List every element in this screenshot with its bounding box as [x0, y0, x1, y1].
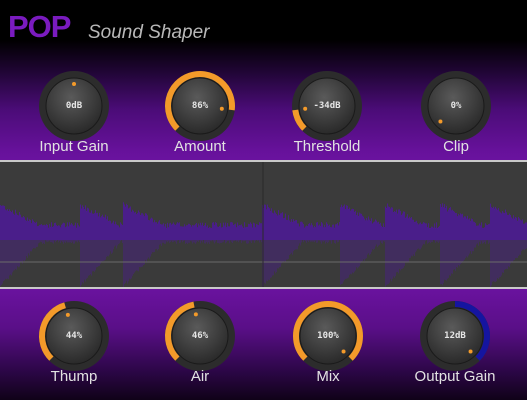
output-gain-knob[interactable]: 12dB: [418, 299, 492, 373]
output-gain-label: Output Gain: [414, 368, 496, 385]
input-gain-value: 0dB: [65, 101, 83, 111]
thump-value: 44%: [65, 331, 83, 341]
input-gain-knob[interactable]: 0dB: [37, 69, 111, 143]
brand-logo: POP: [8, 9, 71, 44]
air-label: Air: [190, 368, 210, 385]
waveform-graph: [0, 162, 527, 288]
mix-value: 100%: [317, 331, 339, 341]
lower-divider: [0, 287, 527, 289]
thump-label: Thump: [50, 368, 98, 385]
mix-knob[interactable]: 100%: [291, 299, 365, 373]
threshold-value: -34dB: [313, 101, 341, 111]
mix-label: Mix: [316, 368, 340, 385]
threshold-knob[interactable]: -34dB: [290, 69, 364, 143]
amount-label: Amount: [174, 138, 226, 155]
clip-value: 0%: [450, 101, 462, 111]
threshold-label: Threshold: [293, 138, 361, 155]
waveform-display: [0, 162, 527, 288]
product-title: Sound Shaper: [88, 22, 210, 43]
air-knob[interactable]: 46%: [163, 299, 237, 373]
amount-knob[interactable]: 86%: [163, 69, 237, 143]
input-gain-label: Input Gain: [39, 138, 109, 155]
clip-knob[interactable]: 0%: [419, 69, 493, 143]
amount-value: 86%: [191, 101, 209, 111]
clip-label: Clip: [443, 138, 469, 155]
air-value: 46%: [191, 331, 209, 341]
thump-knob[interactable]: 44%: [37, 299, 111, 373]
output-gain-value: 12dB: [444, 331, 466, 341]
